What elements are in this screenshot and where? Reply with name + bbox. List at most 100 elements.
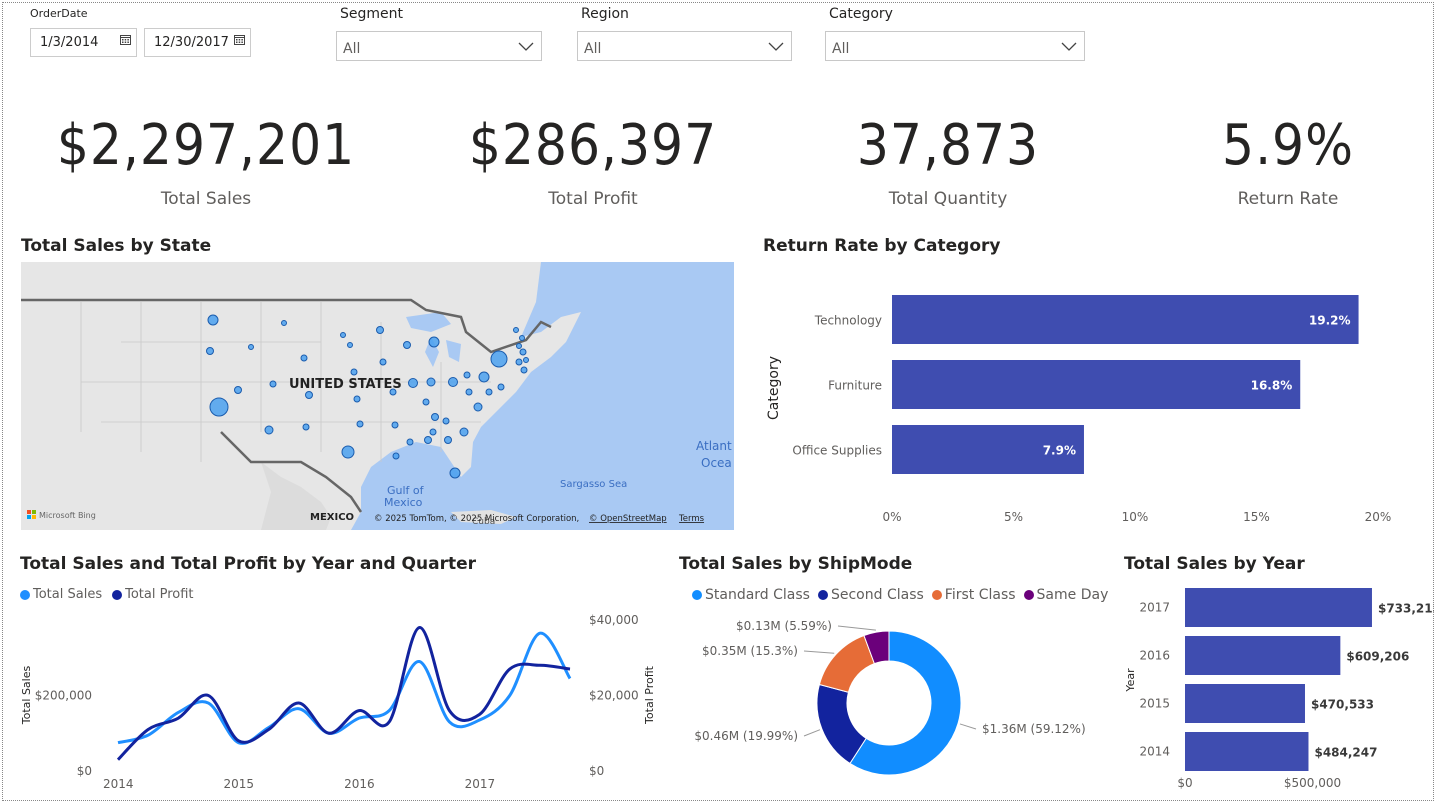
bubble-montana[interactable] — [281, 320, 287, 326]
bubble-tennessee[interactable] — [431, 413, 439, 421]
segment-dropdown[interactable]: All — [336, 31, 542, 61]
sales-by-year-bar[interactable] — [1185, 588, 1372, 627]
bubble-idaho[interactable] — [248, 344, 254, 350]
legend-item-first-class[interactable]: First Class — [931, 587, 1016, 603]
bubble-kansas[interactable] — [353, 395, 361, 403]
y-axis-title: Total Sales — [20, 666, 33, 726]
legend-item-standard-class[interactable]: Standard Class — [692, 587, 810, 603]
bubble-louisiana[interactable] — [392, 452, 400, 460]
bubble-michigan[interactable] — [428, 336, 440, 348]
kpi-total-sales-value: $2,297,201 — [56, 113, 356, 178]
kpi-return-rate-value: 5.9% — [1222, 113, 1354, 178]
category-dropdown[interactable]: All — [825, 31, 1085, 61]
bubble-wisconsin[interactable] — [403, 341, 411, 349]
y-tick-label: $0 — [77, 764, 92, 778]
end-date-input[interactable]: 12/30/2017 — [144, 28, 251, 57]
bubble-alabama-2[interactable] — [429, 428, 437, 436]
bubble-arkansas[interactable] — [391, 421, 399, 429]
leader-line — [803, 729, 821, 737]
bubble-massachusetts[interactable] — [519, 348, 527, 356]
return-rate-bar[interactable] — [892, 360, 1301, 409]
bubble-nebraska[interactable] — [350, 368, 358, 376]
bubble-utah[interactable] — [269, 380, 277, 388]
calendar-icon[interactable] — [234, 34, 245, 45]
bubble-florida[interactable] — [449, 467, 461, 479]
series-line-total-sales[interactable] — [117, 631, 572, 745]
bubble-georgia[interactable] — [444, 436, 452, 444]
bubble-maryland[interactable] — [485, 388, 493, 396]
bubble-north-dakota[interactable] — [340, 332, 346, 338]
bubble-washington[interactable] — [207, 314, 219, 326]
bubble-texas[interactable] — [341, 445, 355, 459]
sales-by-year-bar[interactable] — [1185, 636, 1341, 675]
bar-data-label: 19.2% — [1309, 314, 1351, 328]
bubble-dc[interactable] — [465, 388, 473, 396]
bubble-wyoming[interactable] — [300, 354, 308, 362]
category-label: Category — [829, 6, 893, 22]
bubble-oklahoma[interactable] — [356, 420, 364, 428]
bubble-virginia[interactable] — [473, 402, 483, 412]
sales-by-year-bar[interactable] — [1185, 684, 1305, 723]
y-tick-label: $200,000 — [35, 689, 92, 703]
map-canvas[interactable]: UNITED STATES Atlant Ocea Gulf of Mexico… — [21, 262, 734, 530]
series-line-total-profit[interactable] — [116, 626, 571, 761]
region-dropdown[interactable]: All — [577, 31, 792, 61]
bubble-california[interactable] — [209, 397, 229, 417]
bubble-alabama[interactable] — [424, 436, 432, 444]
bubble-colorado[interactable] — [305, 391, 313, 399]
bubble-arizona[interactable] — [264, 425, 274, 435]
return-rate-chart[interactable]: Category Technology 19.2% Furniture 16.8% Off… — [760, 270, 1420, 530]
ocean-label: Atlant — [696, 439, 732, 453]
legend-label: Standard Class — [705, 587, 810, 603]
kpi-return-rate-label: Return Rate — [1237, 189, 1339, 209]
terms-link[interactable]: Terms — [678, 514, 705, 524]
bubble-vermont[interactable] — [516, 343, 522, 349]
sales-by-year-chart[interactable]: Year 2017 $733,215 2016 $609,206 2015 $470,533… — [1118, 580, 1434, 795]
bubble-west-virginia[interactable] — [463, 371, 471, 379]
bubble-pennsylvania[interactable] — [478, 371, 490, 383]
donut-slice-first-class[interactable] — [818, 634, 876, 693]
chevron-down-icon — [1061, 42, 1077, 51]
sales-profit-chart-title: Total Sales and Total Profit by Year and… — [20, 554, 476, 574]
bar-data-label: $733,215 — [1378, 602, 1434, 616]
sales-profit-chart[interactable]: Total Sales Total Profit $0 $200,000 $0 $20,0… — [15, 605, 665, 800]
openstreetmap-link[interactable]: © OpenStreetMap — [589, 514, 667, 524]
bubble-maine[interactable] — [513, 327, 519, 333]
shipmode-chart[interactable]: $1.36M (59.12%) $0.46M (19.99%) $0.35M (15… — [680, 605, 1110, 800]
sales-by-year-bar[interactable] — [1185, 732, 1309, 771]
bubble-illinois[interactable] — [408, 378, 418, 388]
bubble-north-carolina[interactable] — [459, 427, 469, 437]
legend-item-same-day[interactable]: Same Day — [1023, 587, 1108, 603]
bubble-ohio[interactable] — [448, 377, 458, 387]
bubble-new-mexico[interactable] — [302, 423, 310, 431]
sargasso-label: Sargasso Sea — [560, 479, 627, 490]
bubble-kentucky[interactable] — [422, 398, 430, 406]
bubble-minnesota[interactable] — [376, 326, 384, 334]
start-date-input[interactable]: 1/3/2014 — [30, 28, 137, 57]
kpi-total-profit-label: Total Profit — [548, 189, 638, 209]
bubble-delaware[interactable] — [497, 383, 505, 391]
legend-label: Total Sales — [33, 587, 103, 602]
bubble-rhode-island[interactable] — [523, 357, 529, 363]
bubble-south-carolina[interactable] — [442, 417, 450, 425]
return-rate-bar[interactable] — [892, 295, 1359, 344]
bubble-indiana[interactable] — [426, 377, 436, 387]
year-tick-label: 2015 — [1139, 697, 1170, 711]
bubble-iowa[interactable] — [379, 358, 387, 366]
bubble-mississippi[interactable] — [406, 438, 414, 446]
bubble-new-york[interactable] — [490, 350, 508, 368]
bubble-new-jersey[interactable] — [520, 366, 528, 374]
bar-data-label: $484,247 — [1314, 746, 1377, 760]
legend-item-total-sales[interactable]: Total Sales — [20, 587, 102, 602]
bubble-south-dakota[interactable] — [347, 342, 353, 348]
legend-item-second-class[interactable]: Second Class — [817, 587, 924, 603]
bubble-connecticut[interactable] — [515, 358, 523, 366]
region-label: Region — [581, 6, 629, 22]
bubble-new-hampshire[interactable] — [519, 335, 525, 341]
calendar-icon[interactable] — [120, 34, 131, 45]
bubble-oregon[interactable] — [206, 347, 214, 355]
legend-item-total-profit[interactable]: Total Profit — [112, 587, 194, 602]
country-label: UNITED STATES — [289, 377, 402, 392]
bubble-nevada[interactable] — [234, 386, 242, 394]
map-visual[interactable]: UNITED STATES Atlant Ocea Gulf of Mexico… — [21, 262, 734, 530]
